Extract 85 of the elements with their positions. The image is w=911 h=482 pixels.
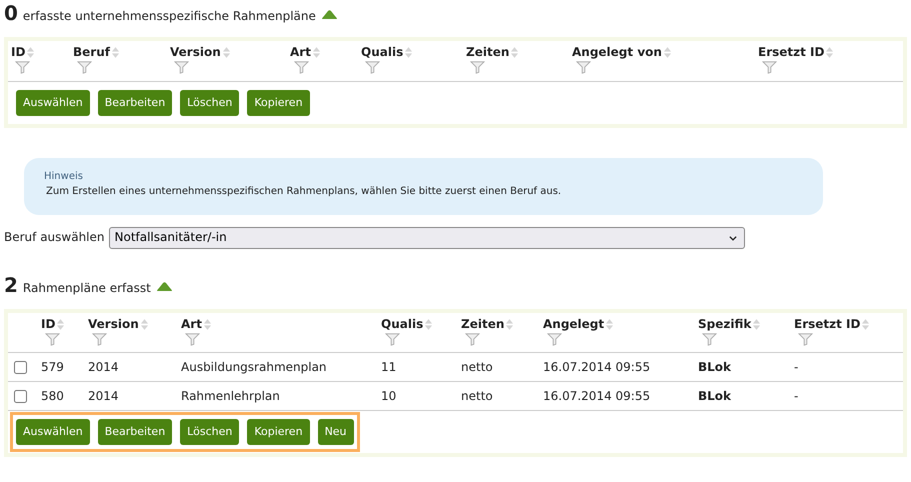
action-button[interactable]: Löschen bbox=[180, 419, 240, 445]
filter-icon[interactable] bbox=[174, 61, 189, 74]
action-button[interactable]: Auswählen bbox=[16, 419, 90, 445]
filter-icon[interactable] bbox=[365, 61, 380, 74]
sort-icon[interactable] bbox=[605, 318, 614, 331]
column-header[interactable]: Zeiten bbox=[466, 45, 510, 59]
column-header[interactable]: Art bbox=[290, 45, 311, 59]
table-cell: 579 bbox=[41, 360, 64, 374]
action-button[interactable]: Bearbeiten bbox=[98, 419, 172, 445]
table-cell: BLok bbox=[698, 388, 732, 402]
collapse-icon[interactable] bbox=[320, 9, 338, 20]
row-checkbox[interactable] bbox=[14, 390, 27, 403]
sort-icon[interactable] bbox=[140, 318, 149, 331]
sort-icon[interactable] bbox=[752, 318, 762, 331]
action-button[interactable]: Neu bbox=[318, 419, 354, 445]
row-checkbox[interactable] bbox=[14, 360, 27, 374]
field-label: Beruf auswählen bbox=[4, 230, 104, 245]
column-header[interactable]: Angelegt von bbox=[572, 45, 662, 59]
filter-icon[interactable] bbox=[547, 332, 562, 346]
column-header[interactable]: Qualis bbox=[381, 316, 424, 330]
action-button[interactable]: Löschen bbox=[180, 90, 240, 116]
column-header[interactable]: ID bbox=[41, 316, 56, 330]
column-header[interactable]: Spezifik bbox=[698, 316, 752, 330]
hint-text: Zum Erstellen eines unternehmensspezifischen Rahmenplans, wählen Sie bitte zuerst einen Beruf aus. bbox=[46, 186, 562, 198]
table-cell: 2014 bbox=[88, 388, 119, 402]
sort-icon[interactable] bbox=[56, 318, 66, 331]
filter-icon[interactable] bbox=[185, 332, 200, 346]
table-cell: 2014 bbox=[88, 360, 119, 374]
filter-icon[interactable] bbox=[294, 61, 309, 74]
column-header[interactable]: Ersetzt ID bbox=[758, 45, 824, 59]
action-button[interactable]: Bearbeiten bbox=[98, 90, 172, 116]
action-button[interactable]: Kopieren bbox=[247, 90, 310, 116]
sort-icon[interactable] bbox=[312, 46, 321, 60]
column-header[interactable]: Art bbox=[181, 316, 202, 330]
table-cell: 11 bbox=[381, 360, 396, 374]
sort-icon[interactable] bbox=[424, 318, 434, 331]
table-cell: Rahmenlehrplan bbox=[181, 388, 280, 402]
column-header[interactable]: Beruf bbox=[73, 45, 110, 59]
filter-icon[interactable] bbox=[762, 61, 777, 74]
filter-icon[interactable] bbox=[465, 332, 480, 346]
sort-icon[interactable] bbox=[404, 46, 414, 60]
filter-icon[interactable] bbox=[798, 332, 813, 346]
column-header[interactable]: Version bbox=[170, 45, 221, 59]
column-header[interactable]: Angelegt bbox=[543, 316, 604, 330]
action-button[interactable]: Auswählen bbox=[16, 90, 90, 116]
table-cell: 16.07.2014 09:55 bbox=[543, 388, 650, 402]
table-cell: 580 bbox=[41, 388, 64, 402]
collapse-icon[interactable] bbox=[156, 280, 173, 292]
sort-icon[interactable] bbox=[510, 46, 520, 60]
table-cell: Ausbildungsrahmenplan bbox=[181, 360, 327, 374]
sort-icon[interactable] bbox=[202, 318, 212, 331]
table-cell: 10 bbox=[381, 388, 396, 402]
column-header[interactable]: ID bbox=[11, 45, 26, 59]
filter-icon[interactable] bbox=[77, 61, 92, 74]
column-header[interactable]: Qualis bbox=[361, 45, 404, 59]
sort-icon[interactable] bbox=[505, 318, 514, 331]
hint-title: Hinweis bbox=[44, 170, 84, 183]
count: 2 bbox=[4, 274, 18, 294]
sort-icon[interactable] bbox=[861, 318, 870, 331]
sort-icon[interactable] bbox=[110, 46, 120, 60]
table-cell: netto bbox=[461, 360, 493, 374]
action-button[interactable]: Kopieren bbox=[247, 419, 310, 445]
filter-icon[interactable] bbox=[15, 61, 30, 74]
filter-icon[interactable] bbox=[576, 61, 591, 74]
filter-icon[interactable] bbox=[385, 332, 400, 346]
profession-select[interactable]: Notfallsanitäter/-in bbox=[108, 226, 744, 248]
sort-icon[interactable] bbox=[26, 46, 36, 60]
filter-icon[interactable] bbox=[45, 332, 60, 346]
column-header[interactable]: Version bbox=[88, 316, 139, 330]
filter-icon[interactable] bbox=[470, 61, 485, 74]
column-header[interactable]: Zeiten bbox=[461, 316, 504, 330]
table-cell: BLok bbox=[698, 360, 732, 374]
filter-icon[interactable] bbox=[702, 332, 717, 346]
sort-icon[interactable] bbox=[222, 46, 231, 60]
sort-icon[interactable] bbox=[662, 46, 672, 60]
sort-icon[interactable] bbox=[825, 46, 834, 60]
table-cell: netto bbox=[461, 388, 493, 402]
table-cell: 16.07.2014 09:55 bbox=[543, 360, 650, 374]
count: 0 bbox=[4, 3, 18, 23]
table-cell: - bbox=[794, 360, 798, 374]
table-cell: - bbox=[794, 388, 798, 402]
column-header[interactable]: Ersetzt ID bbox=[794, 316, 860, 330]
filter-icon[interactable] bbox=[92, 332, 107, 346]
section-title: Rahmenpläne erfasst bbox=[22, 280, 151, 296]
section-title: erfasste unternehmensspezifische Rahmenpläne bbox=[22, 9, 316, 24]
